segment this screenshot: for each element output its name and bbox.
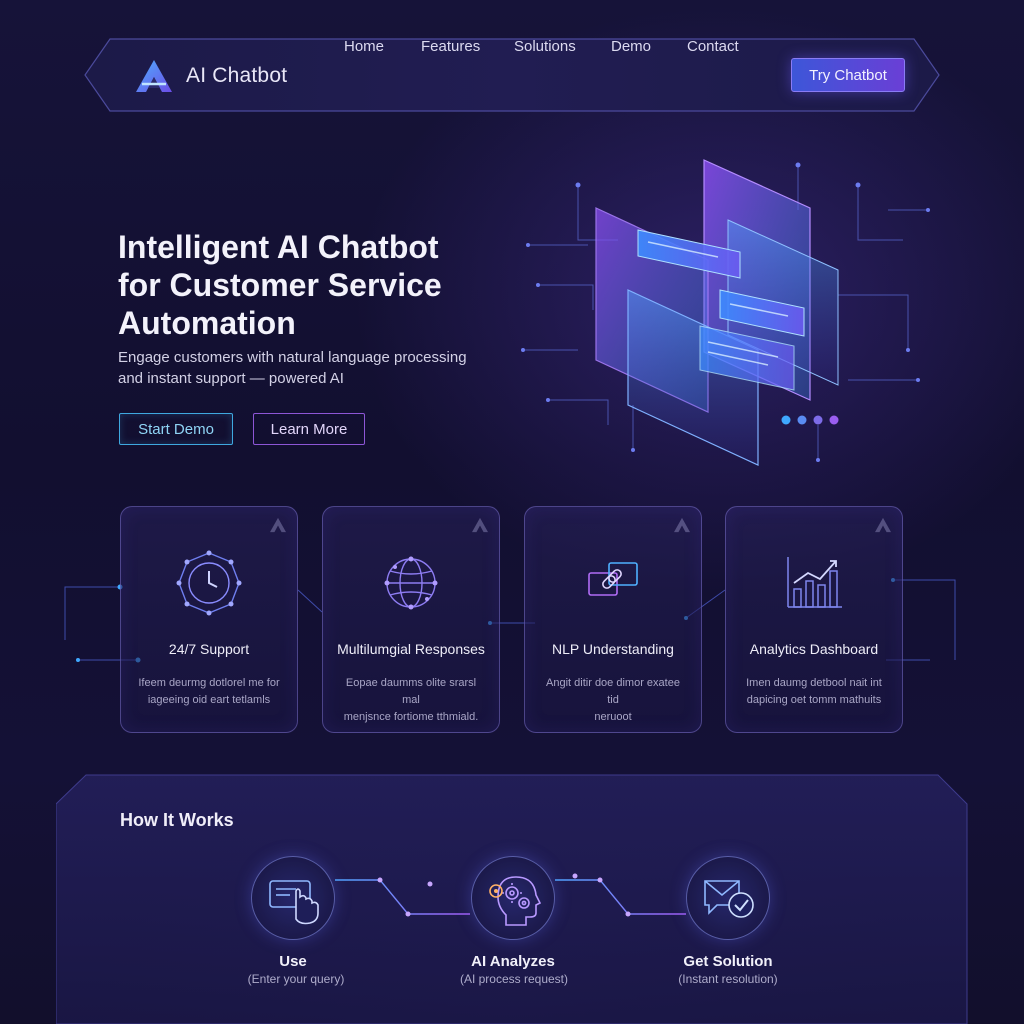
feature-card-title: Analytics Dashboard xyxy=(749,641,879,657)
step-solution-title: Get Solution xyxy=(683,953,773,970)
card-logo-icon xyxy=(674,517,690,533)
feature-card-title: 24/7 Support xyxy=(168,641,250,657)
hero-title-line: Intelligent AI Chatbot xyxy=(118,229,439,265)
ai-head-gears-icon xyxy=(489,876,542,926)
feature-card-desc-line: dapicing oet tomm mathuits xyxy=(746,694,882,706)
card-logo-icon xyxy=(270,517,286,533)
card-logo-icon xyxy=(875,517,891,533)
hero-illustration xyxy=(521,159,930,466)
linked-windows-icon xyxy=(588,562,638,596)
clock-network-icon xyxy=(176,550,242,616)
carousel-dots[interactable] xyxy=(781,415,839,425)
step-analyze-title: AI Analyzes xyxy=(471,953,555,970)
hero-subtitle-line: Engage customers with natural language p… xyxy=(118,349,467,366)
try-chatbot-button[interactable]: Try Chatbot xyxy=(791,58,905,92)
feature-card-multilingual[interactable]: Multilumgial Responses Eopae daumms olit… xyxy=(322,506,500,733)
brand[interactable]: AI Chatbot xyxy=(134,58,287,94)
feature-card-desc-line: neruoot xyxy=(594,711,632,723)
feature-card-desc-line: Angit ditir doe dimor exatee tid xyxy=(546,677,680,706)
feature-card-support[interactable]: 24/7 Support Ifeem deurmg dotlorel me fo… xyxy=(120,506,298,733)
hero-subtitle-line: and instant support — powered AI xyxy=(118,370,344,387)
brand-logo-icon xyxy=(136,60,172,92)
nav-link-features[interactable]: Features xyxy=(421,38,480,55)
feature-card-desc-line: iageeing oid eart tetlamls xyxy=(147,694,271,706)
nav-link-contact[interactable]: Contact xyxy=(687,38,739,55)
step-analyze-subtitle: (AI process request) xyxy=(459,972,569,986)
hero-title-line: for Customer Service xyxy=(118,267,442,303)
hero-title: Intelligent AI Chatbot for Customer Serv… xyxy=(118,228,518,342)
feature-card-desc: Angit ditir doe dimor exatee tid neruoot xyxy=(539,675,687,726)
feature-card-analytics[interactable]: Analytics Dashboard Imen daumg detbool n… xyxy=(725,506,903,733)
feature-card-desc: Eopae daumms olite srarsl mal menjsnce f… xyxy=(337,675,485,726)
nav-link-solutions[interactable]: Solutions xyxy=(514,38,576,55)
hand-click-icon xyxy=(269,880,319,925)
how-it-works-title: How It Works xyxy=(120,810,234,830)
nav-link-demo[interactable]: Demo xyxy=(611,38,651,55)
step-use-circle[interactable] xyxy=(251,856,335,940)
feature-card-nlp[interactable]: NLP Understanding Angit ditir doe dimor … xyxy=(524,506,702,733)
hero-subtitle: Engage customers with natural language p… xyxy=(118,347,478,389)
card-logo-icon xyxy=(472,517,488,533)
step-solution-subtitle: (Instant resolution) xyxy=(678,972,778,986)
feature-card-desc-line: Eopae daumms olite srarsl mal xyxy=(345,677,477,706)
step-analyze-circle[interactable] xyxy=(471,856,555,940)
step-solution-circle[interactable] xyxy=(686,856,770,940)
bar-chart-icon xyxy=(787,557,842,608)
feature-card-desc: Imen daumg detbool nait int dapicing oet… xyxy=(740,675,888,709)
step-use-title: Use xyxy=(279,953,307,970)
feature-card-desc-line: Ifeem deurmg dotlorel me for xyxy=(138,677,280,689)
globe-network-icon xyxy=(384,556,438,610)
learn-more-button[interactable]: Learn More xyxy=(253,413,365,445)
feature-card-title: NLP Understanding xyxy=(552,641,674,657)
start-demo-button[interactable]: Start Demo xyxy=(119,413,233,445)
feature-card-desc-line: Imen daumg detbool nait int xyxy=(746,677,882,689)
feature-card-title: Multilumgial Responses xyxy=(337,641,485,657)
message-check-icon xyxy=(704,880,754,918)
feature-card-desc-line: menjsnce fortiome tthmiald. xyxy=(343,711,479,723)
nav-link-home[interactable]: Home xyxy=(344,38,384,55)
hero-title-line: Automation xyxy=(118,305,296,341)
top-navbar: AI Chatbot Home Features Solutions Demo … xyxy=(84,38,940,112)
step-use-subtitle: (Enter your query) xyxy=(247,972,345,986)
feature-card-desc: Ifeem deurmg dotlorel me for iageeing oi… xyxy=(135,675,283,709)
brand-name: AI Chatbot xyxy=(186,64,288,87)
